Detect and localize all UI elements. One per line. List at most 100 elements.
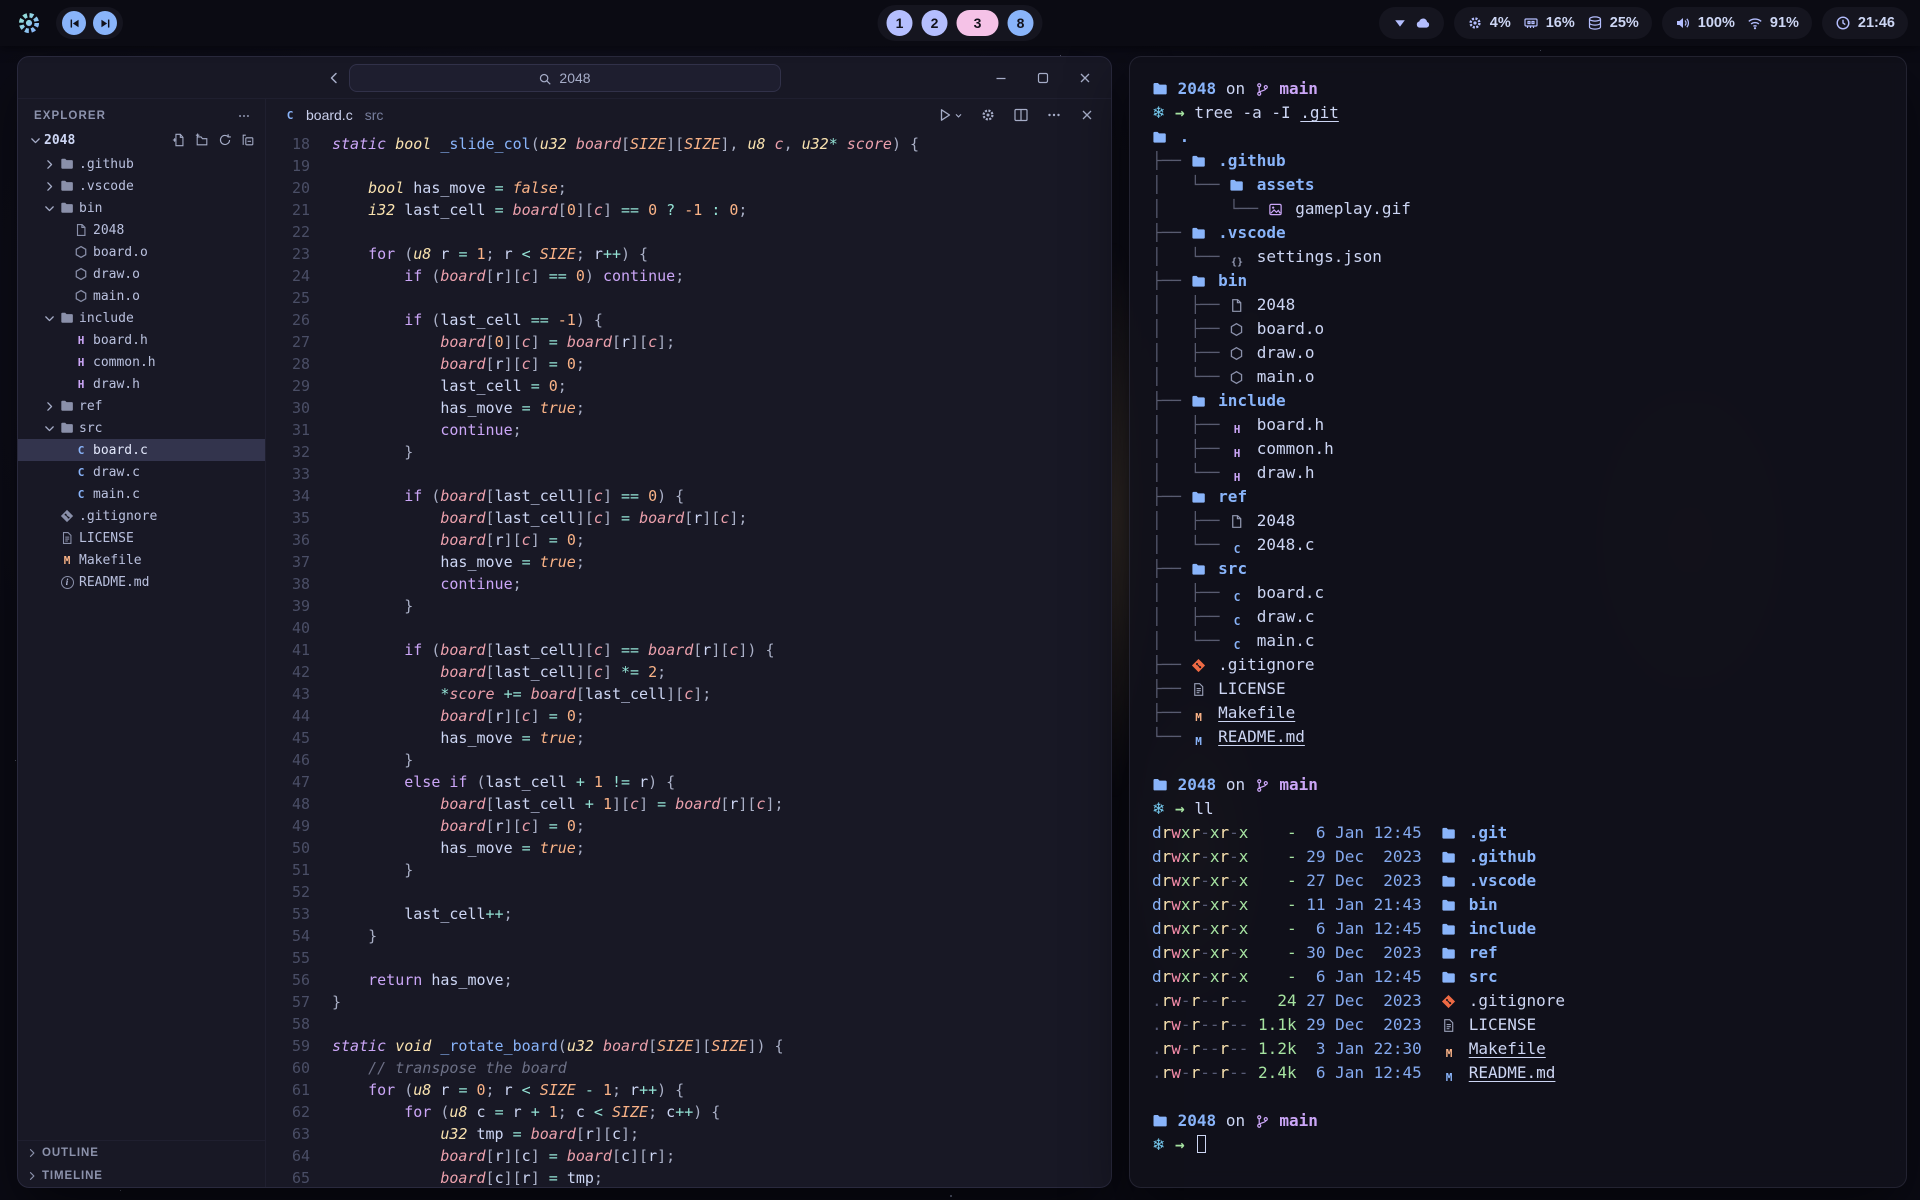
terminal-window[interactable]: 2048 on main❄ → tree -a -I .git .├── .gi… <box>1129 56 1907 1188</box>
explorer-header: EXPLORER <box>18 103 265 127</box>
command-center-search[interactable]: 2048 <box>349 64 781 92</box>
line-number: 29 <box>266 375 310 397</box>
code-area[interactable]: 18static bool _slide_col(u32 board[SIZE]… <box>266 131 1111 1187</box>
command-line[interactable]: ❄ → <box>1152 1133 1884 1157</box>
explorer-root-folder[interactable]: 2048 <box>18 127 265 153</box>
split-editor-icon[interactable] <box>1013 107 1029 123</box>
code-line-52: 52 <box>266 881 1111 903</box>
memory-usage: 16% <box>1546 15 1575 31</box>
cpu-gear-icon <box>1467 15 1483 31</box>
file-label: ref <box>79 399 102 414</box>
media-next-button[interactable] <box>93 11 117 35</box>
explorer-item-common.h[interactable]: Hcommon.h <box>18 351 265 373</box>
weather-widget[interactable] <box>1379 7 1444 39</box>
workspace-2[interactable]: 2 <box>922 10 948 36</box>
explorer-item-.vscode[interactable]: .vscode <box>18 175 265 197</box>
chevron-down-icon[interactable] <box>40 312 58 325</box>
explorer-item-board.c[interactable]: Cboard.c <box>18 439 265 461</box>
chevron-right-icon[interactable] <box>40 400 58 413</box>
explorer-item-2048[interactable]: 2048 <box>18 219 265 241</box>
new-folder-icon[interactable] <box>195 133 209 148</box>
minimize-icon[interactable] <box>993 70 1009 86</box>
explorer-item-draw.c[interactable]: Cdraw.c <box>18 461 265 483</box>
explorer-item-board.h[interactable]: Hboard.h <box>18 329 265 351</box>
close-icon[interactable] <box>1077 70 1093 86</box>
tree-entry-board.c: │ ├── C board.c <box>1152 581 1884 605</box>
chevron-down-icon[interactable] <box>40 422 58 435</box>
tree-entry-src: ├── src <box>1152 557 1884 581</box>
line-number: 57 <box>266 991 310 1013</box>
git-icon <box>1191 653 1209 677</box>
explorer-item-main.o[interactable]: main.o <box>18 285 265 307</box>
line-number: 63 <box>266 1123 310 1145</box>
code-line-28: 28 board[r][c] = 0; <box>266 353 1111 375</box>
line-number: 19 <box>266 155 310 177</box>
workspace-1[interactable]: 1 <box>887 10 913 36</box>
timeline-section[interactable]: TIMELINE <box>18 1164 265 1187</box>
chevron-right-icon[interactable] <box>40 180 58 193</box>
ls-entry-.gitignore: .rw-r--r-- 24 27 Dec 2023 .gitignore <box>1152 989 1884 1013</box>
breadcrumb[interactable]: C board.c src <box>266 99 1111 131</box>
explorer-item-include[interactable]: include <box>18 307 265 329</box>
audio-network-widget[interactable]: 100% 91% <box>1662 7 1812 39</box>
img-icon <box>1268 197 1286 221</box>
nav-back-icon[interactable] <box>326 70 342 86</box>
editor-titlebar[interactable]: 2048 <box>18 57 1111 99</box>
collapse-all-icon[interactable] <box>241 133 255 148</box>
line-number: 45 <box>266 727 310 749</box>
file-label: README.md <box>79 575 149 590</box>
breadcrumb-path: src <box>365 107 384 123</box>
explorer-item-bin[interactable]: bin <box>18 197 265 219</box>
settings-gear-icon[interactable] <box>980 107 996 123</box>
explorer-more-icon[interactable] <box>237 109 251 123</box>
line-number: 33 <box>266 463 310 485</box>
explorer-item-Makefile[interactable]: MMakefile <box>18 549 265 571</box>
distro-gear-logo-icon[interactable] <box>16 10 42 36</box>
media-prev-button[interactable] <box>62 11 86 35</box>
more-actions-icon[interactable] <box>1046 107 1062 123</box>
outline-section[interactable]: OUTLINE <box>18 1141 265 1164</box>
new-file-icon[interactable] <box>172 133 186 148</box>
ls-entry-bin: drwxr-xr-x - 11 Jan 21:43 bin <box>1152 893 1884 917</box>
git-icon <box>58 509 76 523</box>
maximize-icon[interactable] <box>1035 70 1051 86</box>
folder-icon <box>1191 269 1209 293</box>
code-line-38: 38 continue; <box>266 573 1111 595</box>
code-line-40: 40 <box>266 617 1111 639</box>
explorer-item-README.md[interactable]: iREADME.md <box>18 571 265 593</box>
status-bar-right: 4% 16% 25% 100% 91% 21:46 <box>1379 7 1908 39</box>
chevron-down-icon[interactable] <box>40 202 58 215</box>
explorer-item-src[interactable]: src <box>18 417 265 439</box>
explorer-item-board.o[interactable]: board.o <box>18 241 265 263</box>
bin-icon <box>72 223 90 237</box>
explorer-item-draw.h[interactable]: Hdraw.h <box>18 373 265 395</box>
clock-widget[interactable]: 21:46 <box>1822 7 1908 39</box>
refresh-icon[interactable] <box>218 133 232 148</box>
explorer-item-.github[interactable]: .github <box>18 153 265 175</box>
run-button[interactable] <box>937 107 963 123</box>
explorer-item-ref[interactable]: ref <box>18 395 265 417</box>
explorer-sidebar: EXPLORER 2048 .github.vscodebin2048board… <box>18 99 266 1187</box>
workspace-8[interactable]: 8 <box>1008 10 1034 36</box>
terminal-cursor[interactable] <box>1197 1135 1206 1153</box>
explorer-item-main.c[interactable]: Cmain.c <box>18 483 265 505</box>
sidebar-bottom-sections: OUTLINE TIMELINE <box>18 1140 265 1187</box>
workspace-3-active[interactable]: 3 <box>957 10 999 36</box>
system-stats-widget[interactable]: 4% 16% 25% <box>1454 7 1652 39</box>
explorer-item-.gitignore[interactable]: .gitignore <box>18 505 265 527</box>
git-branch-icon <box>1255 79 1270 98</box>
chevron-right-icon[interactable] <box>40 158 58 171</box>
c-icon: C <box>1229 581 1247 606</box>
folder-icon <box>58 157 76 171</box>
folder-icon <box>1152 1111 1168 1130</box>
folder-icon <box>1152 79 1168 98</box>
git-branch: main <box>1255 775 1318 794</box>
explorer-item-LICENSE[interactable]: LICENSE <box>18 527 265 549</box>
h-icon: H <box>72 332 90 348</box>
file-label: LICENSE <box>79 531 134 546</box>
close-editor-icon[interactable] <box>1079 107 1095 123</box>
explorer-item-draw.o[interactable]: draw.o <box>18 263 265 285</box>
chevron-down-icon[interactable] <box>26 134 44 147</box>
file-label: common.h <box>93 355 156 370</box>
json-icon: {} <box>1229 245 1247 271</box>
